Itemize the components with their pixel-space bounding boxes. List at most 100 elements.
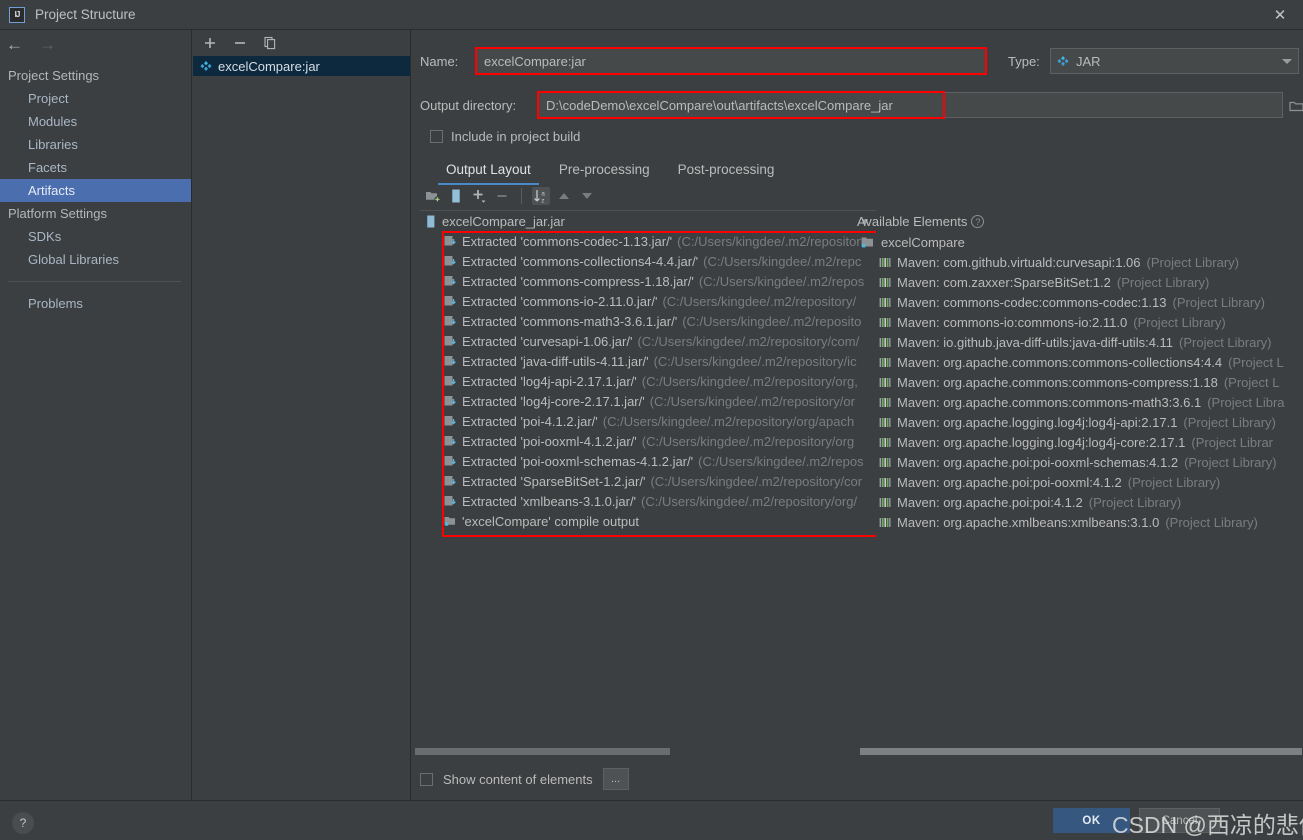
available-item-note: (Project L: [1223, 374, 1280, 390]
available-item-label: Maven: io.github.java-diff-utils:java-di…: [897, 334, 1174, 350]
output-tree-item-13[interactable]: Extracted 'xmlbeans-3.1.0.jar/' (C:/User…: [420, 491, 876, 511]
output-tree-item-label: Extracted 'xmlbeans-3.1.0.jar/': [462, 493, 637, 509]
include-in-build-label: Include in project build: [451, 129, 581, 144]
available-item-2[interactable]: Maven: commons-codec:commons-codec:1.13 …: [857, 292, 1303, 312]
sidebar-item-global-libraries[interactable]: Global Libraries: [0, 248, 191, 271]
output-tree-item-10[interactable]: Extracted 'poi-ooxml-4.1.2.jar/' (C:/Use…: [420, 431, 876, 451]
output-tree-item-6[interactable]: Extracted 'java-diff-utils-4.11.jar/' (C…: [420, 351, 876, 371]
ok-button[interactable]: OK: [1053, 808, 1130, 833]
available-item-13[interactable]: Maven: org.apache.xmlbeans:xmlbeans:3.1.…: [857, 512, 1303, 532]
cancel-button[interactable]: Cancel: [1139, 808, 1220, 833]
output-tree-item-2[interactable]: Extracted 'commons-compress-1.18.jar/' (…: [420, 271, 876, 291]
include-in-build-checkbox[interactable]: [430, 130, 443, 143]
type-select[interactable]: JAR: [1050, 48, 1299, 74]
create-directory-button[interactable]: [424, 187, 442, 205]
sidebar-item-libraries[interactable]: Libraries: [0, 133, 191, 156]
more-options-button[interactable]: ...: [602, 768, 629, 790]
extracted-icon: [444, 415, 457, 427]
available-root-row[interactable]: excelCompare: [857, 232, 1303, 252]
available-item-10[interactable]: Maven: org.apache.poi:poi-ooxml-schemas:…: [857, 452, 1303, 472]
available-item-4[interactable]: Maven: io.github.java-diff-utils:java-di…: [857, 332, 1303, 352]
type-select-value: JAR: [1076, 53, 1101, 69]
output-tree-item-1[interactable]: Extracted 'commons-collections4-4.4.jar/…: [420, 251, 876, 271]
library-icon: [879, 517, 891, 528]
forward-arrow-icon[interactable]: →: [39, 36, 56, 53]
output-tree-item-label: Extracted 'commons-compress-1.18.jar/': [462, 273, 694, 289]
output-tree-item-0[interactable]: Extracted 'commons-codec-1.13.jar/' (C:/…: [420, 231, 876, 251]
available-item-label: Maven: commons-codec:commons-codec:1.13: [897, 294, 1167, 310]
sidebar-item-artifacts[interactable]: Artifacts: [0, 179, 191, 202]
artifacts-panel: excelCompare:jar: [193, 30, 411, 800]
available-item-0[interactable]: Maven: com.github.virtuald:curvesapi:1.0…: [857, 252, 1303, 272]
name-input[interactable]: excelCompare:jar: [475, 47, 987, 75]
available-item-8[interactable]: Maven: org.apache.logging.log4j:log4j-ap…: [857, 412, 1303, 432]
sidebar-item-modules[interactable]: Modules: [0, 110, 191, 133]
copy-artifact-button[interactable]: [261, 34, 279, 52]
available-item-label: Maven: com.github.virtuald:curvesapi:1.0…: [897, 254, 1141, 270]
output-tree-item-label: Extracted 'commons-codec-1.13.jar/': [462, 233, 673, 249]
artifact-list-item[interactable]: excelCompare:jar: [193, 56, 410, 76]
show-content-label: Show content of elements: [443, 771, 593, 787]
help-icon[interactable]: ?: [971, 215, 985, 228]
include-in-build-row[interactable]: Include in project build: [430, 129, 580, 144]
output-tree-item-11[interactable]: Extracted 'poi-ooxml-schemas-4.1.2.jar/'…: [420, 451, 876, 471]
tab-output-layout[interactable]: Output Layout: [432, 156, 545, 185]
output-directory-input[interactable]: D:\codeDemo\excelCompare\out\artifacts\e…: [537, 91, 1283, 119]
sidebar-item-sdks[interactable]: SDKs: [0, 225, 191, 248]
sidebar-item-project[interactable]: Project: [0, 87, 191, 110]
available-item-12[interactable]: Maven: org.apache.poi:poi:4.1.2 (Project…: [857, 492, 1303, 512]
available-item-6[interactable]: Maven: org.apache.commons:commons-compre…: [857, 372, 1303, 392]
add-artifact-button[interactable]: [201, 34, 219, 52]
available-item-note: (Project Library): [1127, 474, 1221, 490]
output-tree-item-path: (C:/Users/kingdee/.m2/repository/org/: [641, 493, 858, 509]
output-tree-item-12[interactable]: Extracted 'SparseBitSet-1.2.jar/' (C:/Us…: [420, 471, 876, 491]
tab-post-processing[interactable]: Post-processing: [664, 156, 789, 185]
sidebar-item-problems[interactable]: Problems: [0, 292, 191, 315]
output-tree-item-4[interactable]: Extracted 'commons-math3-3.6.1.jar/' (C:…: [420, 311, 876, 331]
available-item-note: (Project L: [1228, 354, 1284, 370]
tab-pre-processing[interactable]: Pre-processing: [545, 156, 664, 185]
add-copy-of-button[interactable]: [470, 187, 488, 205]
output-tree-item-3[interactable]: Extracted 'commons-io-2.11.0.jar/' (C:/U…: [420, 291, 876, 311]
output-tree-item-label: Extracted 'poi-ooxml-4.1.2.jar/': [462, 433, 637, 449]
extracted-icon: [444, 275, 457, 287]
show-content-checkbox[interactable]: [420, 772, 433, 786]
output-tree-item-14[interactable]: 'excelCompare' compile output: [420, 511, 876, 531]
extracted-icon: [444, 495, 457, 507]
output-tree-hscrollbar[interactable]: [415, 748, 670, 755]
output-tree-item-path: (C:/Users/kingdee/.m2/repository/cor: [650, 473, 863, 489]
available-item-9[interactable]: Maven: org.apache.logging.log4j:log4j-co…: [857, 432, 1303, 452]
help-button[interactable]: ?: [12, 812, 34, 834]
remove-artifact-button[interactable]: [231, 34, 249, 52]
type-row: Type: JAR: [1008, 48, 1299, 74]
close-icon[interactable]: ✕: [1257, 0, 1303, 30]
available-item-3[interactable]: Maven: commons-io:commons-io:2.11.0 (Pro…: [857, 312, 1303, 332]
output-tree-root-row[interactable]: excelCompare_jar.jar ▾: [420, 211, 876, 231]
available-hscrollbar[interactable]: [860, 748, 1302, 755]
output-tree-item-7[interactable]: Extracted 'log4j-api-2.17.1.jar/' (C:/Us…: [420, 371, 876, 391]
move-up-button[interactable]: [555, 187, 573, 205]
output-tree-item-label: Extracted 'commons-io-2.11.0.jar/': [462, 293, 658, 309]
available-item-note: (Project Library): [1172, 294, 1265, 310]
output-tree-item-8[interactable]: Extracted 'log4j-core-2.17.1.jar/' (C:/U…: [420, 391, 876, 411]
output-tree-item-9[interactable]: Extracted 'poi-4.1.2.jar/' (C:/Users/kin…: [420, 411, 876, 431]
back-arrow-icon[interactable]: ←: [6, 36, 23, 53]
output-tree-item-5[interactable]: Extracted 'curvesapi-1.06.jar/' (C:/User…: [420, 331, 876, 351]
move-down-button[interactable]: [578, 187, 596, 205]
available-item-7[interactable]: Maven: org.apache.commons:commons-math3:…: [857, 392, 1303, 412]
available-item-1[interactable]: Maven: com.zaxxer:SparseBitSet:1.2 (Proj…: [857, 272, 1303, 292]
library-icon: [879, 457, 891, 468]
sort-az-button[interactable]: a z: [532, 187, 550, 205]
available-elements-tree[interactable]: excelCompare Maven: com.github.virtuald:…: [857, 232, 1303, 770]
extracted-icon: [444, 355, 457, 367]
output-layout-tree[interactable]: excelCompare_jar.jar ▾ Extracted 'common…: [420, 210, 876, 770]
available-item-11[interactable]: Maven: org.apache.poi:poi-ooxml:4.1.2 (P…: [857, 472, 1303, 492]
name-label: Name:: [420, 53, 459, 69]
create-archive-button[interactable]: [447, 187, 465, 205]
available-item-5[interactable]: Maven: org.apache.commons:commons-collec…: [857, 352, 1303, 372]
sidebar-list: Project Settings Project Modules Librari…: [0, 58, 191, 315]
sidebar-item-facets[interactable]: Facets: [0, 156, 191, 179]
browse-folder-icon[interactable]: [1283, 99, 1303, 112]
name-input-value: excelCompare:jar: [484, 53, 586, 69]
remove-element-button[interactable]: [493, 187, 511, 205]
